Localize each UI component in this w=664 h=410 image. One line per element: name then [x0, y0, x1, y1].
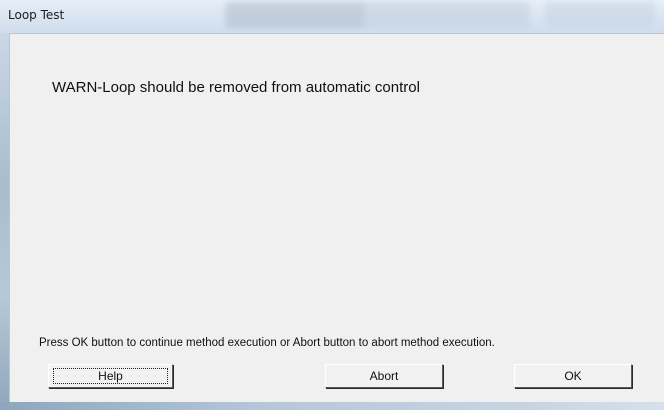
help-button-label: Help	[98, 369, 123, 383]
instruction-text: Press OK button to continue method execu…	[39, 337, 495, 349]
title-bar[interactable]: Loop Test	[0, 0, 664, 33]
ok-button[interactable]: OK	[514, 364, 632, 388]
title-bar-glass-reflection	[360, 2, 530, 28]
ok-button-label: OK	[564, 369, 582, 383]
window-title: Loop Test	[8, 8, 65, 22]
help-button[interactable]: Help	[48, 364, 173, 388]
window-frame-bottom	[0, 402, 664, 410]
warning-message: WARN-Loop should be removed from automat…	[52, 79, 420, 96]
abort-button-label: Abort	[369, 369, 399, 383]
window-frame-left	[0, 33, 9, 410]
title-bar-glass-reflection	[545, 2, 655, 28]
title-bar-glass-reflection	[225, 2, 365, 28]
dialog-window: Loop Test WARN-Loop should be removed fr…	[0, 0, 664, 410]
abort-button[interactable]: Abort	[325, 364, 443, 388]
